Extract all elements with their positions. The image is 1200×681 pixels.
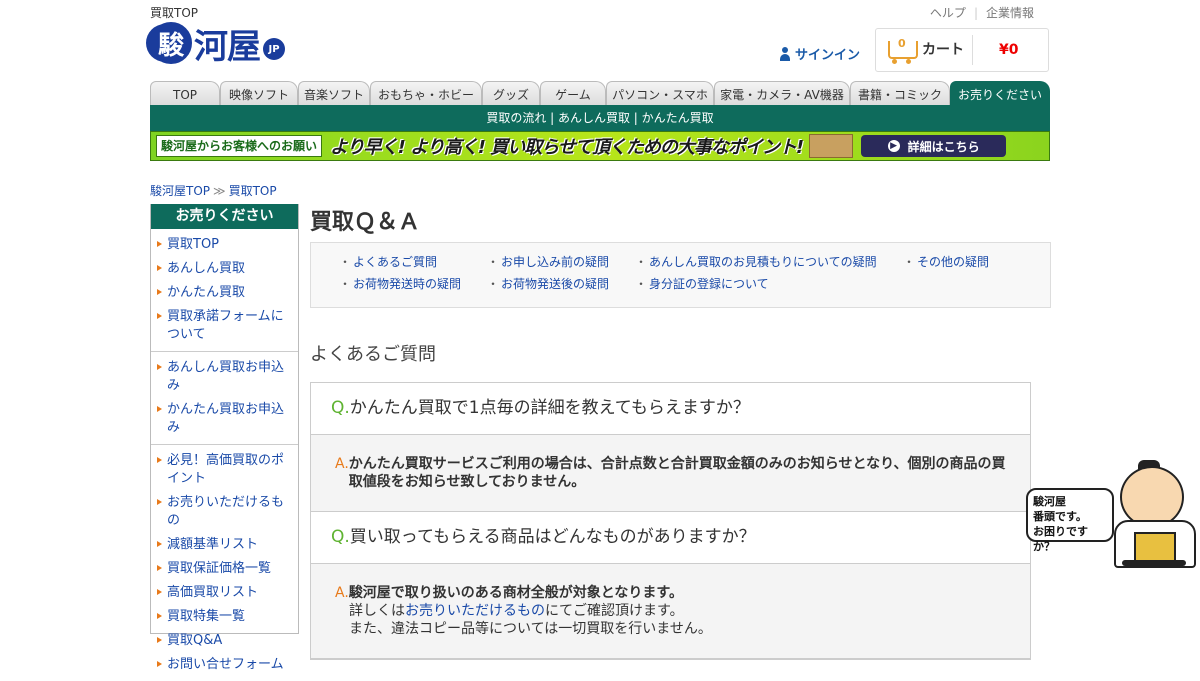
- sidebar-item-anshin-apply[interactable]: あんしん買取お申込み: [151, 356, 298, 398]
- cart-button[interactable]: 0 カート ¥0: [875, 28, 1049, 72]
- banner-button-label: 詳細はこちら: [907, 139, 980, 154]
- arrow-right-icon: ▶: [887, 140, 900, 152]
- sidebar-item-guaranteed-prices[interactable]: 買取保証価格一覧: [151, 557, 298, 581]
- answer-detail-post: にてご確認頂けます。: [545, 603, 684, 619]
- qa-nav-estimate[interactable]: あんしん買取のお見積もりについての疑問: [635, 253, 877, 270]
- sellable-items-link[interactable]: お売りいただけるもの: [405, 603, 545, 619]
- mascot-face-icon: [1120, 466, 1184, 528]
- company-info-link[interactable]: 企業情報: [986, 6, 1034, 20]
- qa-nav-shipping[interactable]: お荷物発送時の疑問: [339, 275, 461, 292]
- tab-music[interactable]: 音楽ソフト: [298, 81, 370, 105]
- faq-question[interactable]: Q.かんたん買取で1点毎の詳細を教えてもらえますか？: [311, 383, 1030, 435]
- sidebar-item-kantan-apply[interactable]: かんたん買取お申込み: [151, 398, 298, 440]
- faq-answer: A.駿河屋で取り扱いのある商材全般が対象となります。 詳しくはお売りいただけるも…: [311, 564, 1030, 659]
- tab-video[interactable]: 映像ソフト: [220, 81, 298, 105]
- help-link[interactable]: ヘルプ: [930, 6, 966, 20]
- category-tabs: TOP 映像ソフト 音楽ソフト おもちゃ・ホビー グッズ ゲーム パソコン・スマ…: [150, 81, 1050, 105]
- sidebar-group: あんしん買取お申込み かんたん買取お申込み: [151, 352, 298, 445]
- question-text: 買い取ってもらえる商品はどんなものがありますか？: [349, 527, 756, 547]
- person-icon: [780, 46, 790, 61]
- sidebar-item-high-price-list[interactable]: 高価買取リスト: [151, 581, 298, 605]
- tab-pc[interactable]: パソコン・スマホ: [606, 81, 714, 105]
- faq-answer: A. かんたん買取サービスご利用の場合は、合計点数と合計買取金額のみのお知らせとな…: [311, 435, 1030, 512]
- cart-label: カート: [922, 35, 973, 65]
- tab-sell[interactable]: お売りください: [950, 81, 1050, 105]
- logo[interactable]: 駿 河屋 JP: [150, 18, 320, 68]
- banner-left-label: 駿河屋からお客様へのお願い: [156, 135, 323, 157]
- qa-nav-id-registration[interactable]: 身分証の登録について: [635, 275, 769, 292]
- section-title: よくあるご質問: [310, 344, 436, 365]
- answer-mark: A.: [335, 585, 349, 601]
- question-mark: Q.: [331, 527, 350, 547]
- mascot-speech-bubble: 駿河屋 番頭です。 お困りですか？: [1026, 488, 1114, 553]
- sidebar-item-contact[interactable]: お問い合せフォーム: [151, 653, 298, 677]
- faq-list: Q.かんたん買取で1点毎の詳細を教えてもらえますか？ A. かんたん買取サービスご…: [310, 382, 1031, 660]
- sidebar-item-consent-form[interactable]: 買取承諾フォームについて: [151, 305, 298, 347]
- sidebar-title: お売りください: [151, 204, 298, 229]
- answer-detail-pre: 詳しくは: [349, 603, 405, 619]
- tab-game[interactable]: ゲーム: [540, 81, 606, 105]
- mascot-helper[interactable]: 駿河屋 番頭です。 お困りですか？: [1026, 460, 1198, 570]
- answer-mark: A.: [335, 456, 349, 472]
- tab-top[interactable]: TOP: [150, 81, 220, 105]
- answer-text: 駿河屋で取り扱いのある商材全般が対象となります。: [348, 585, 683, 601]
- mascot-feet-icon: [1122, 560, 1186, 566]
- tab-electronics[interactable]: 家電・カメラ・AV機器: [714, 81, 850, 105]
- breadcrumb-buy-top[interactable]: 買取TOP: [229, 184, 277, 198]
- mascot-line: 番頭です。: [1033, 510, 1087, 523]
- sell-subnav[interactable]: 買取の流れ | あんしん買取 | かんたん買取: [150, 105, 1050, 131]
- tab-books[interactable]: 書籍・コミック: [850, 81, 950, 105]
- sidebar-item-kantan[interactable]: かんたん買取: [151, 281, 298, 305]
- logo-mark-icon: 駿: [150, 22, 192, 64]
- signin-link[interactable]: サインイン: [780, 44, 860, 63]
- sidebar: お売りください 買取TOP あんしん買取 かんたん買取 買取承諾フォームについて…: [150, 204, 299, 672]
- qa-nav-other[interactable]: その他の疑問: [903, 253, 989, 270]
- answer-text: かんたん買取サービスご利用の場合は、合計点数と合計買取金額のみのお知らせとなり、…: [348, 456, 1006, 490]
- qa-nav-after-shipping[interactable]: お荷物発送後の疑問: [487, 275, 609, 292]
- notice-banner[interactable]: 駿河屋からお客様へのお願い より早く! より高く! 買い取らせて頂くための大事な…: [150, 131, 1050, 161]
- sidebar-group: 必見！高価買取のポイント お売りいただけるもの 減額基準リスト 買取保証価格一覧…: [151, 445, 298, 681]
- banner-headline: より早く! より高く! 買い取らせて頂くための大事なポイント!: [330, 137, 804, 158]
- banner-details-button[interactable]: ▶ 詳細はこちら: [861, 135, 1007, 157]
- box-icon: [809, 134, 854, 158]
- top-links: ヘルプ | 企業情報: [929, 6, 1034, 20]
- logo-text: 河屋: [194, 26, 261, 67]
- sidebar-item-high-price-tips[interactable]: 必見！高価買取のポイント: [151, 449, 298, 491]
- sidebar-group: 買取TOP あんしん買取 かんたん買取 買取承諾フォームについて: [151, 229, 298, 352]
- question-mark: Q.: [331, 398, 350, 418]
- answer-detail: 詳しくはお売りいただけるものにてご確認頂けます。: [335, 602, 1012, 620]
- mascot-line: お困りですか？: [1033, 525, 1088, 553]
- sidebar-item-qa[interactable]: 買取Q&A: [151, 629, 298, 653]
- faq-question[interactable]: Q.買い取ってもらえる商品はどんなものがありますか？: [311, 512, 1030, 564]
- answer-detail: また、違法コピー品等については一切買取を行いません。: [349, 621, 712, 637]
- tab-goods[interactable]: グッズ: [482, 81, 540, 105]
- signin-label: サインイン: [795, 48, 861, 63]
- cart-icon: 0: [884, 35, 920, 65]
- sidebar-item-anshin[interactable]: あんしん買取: [151, 257, 298, 281]
- sidebar-item-sellable[interactable]: お売りいただけるもの: [151, 491, 298, 533]
- question-text: かんたん買取で1点毎の詳細を教えてもらえますか？: [349, 398, 750, 418]
- mascot-line: 駿河屋: [1033, 495, 1066, 508]
- sidebar-item-deduction-list[interactable]: 減額基準リスト: [151, 533, 298, 557]
- breadcrumb-separator: ≫: [213, 184, 226, 198]
- breadcrumb-home[interactable]: 駿河屋TOP: [150, 184, 210, 198]
- qa-nav-faq[interactable]: よくあるご質問: [339, 253, 437, 270]
- qa-category-nav: よくあるご質問 お申し込み前の疑問 あんしん買取のお見積もりについての疑問 その…: [310, 242, 1051, 308]
- logo-jp-badge: JP: [263, 38, 285, 60]
- qa-nav-before-apply[interactable]: お申し込み前の疑問: [487, 253, 609, 270]
- sidebar-item-buy-top[interactable]: 買取TOP: [151, 233, 298, 257]
- breadcrumb: 駿河屋TOP ≫ 買取TOP: [150, 182, 277, 199]
- page-title: 買取Ｑ＆Ａ: [310, 210, 421, 235]
- sidebar-item-features[interactable]: 買取特集一覧: [151, 605, 298, 629]
- tab-toys[interactable]: おもちゃ・ホビー: [370, 81, 482, 105]
- cart-price: ¥0: [999, 42, 1019, 58]
